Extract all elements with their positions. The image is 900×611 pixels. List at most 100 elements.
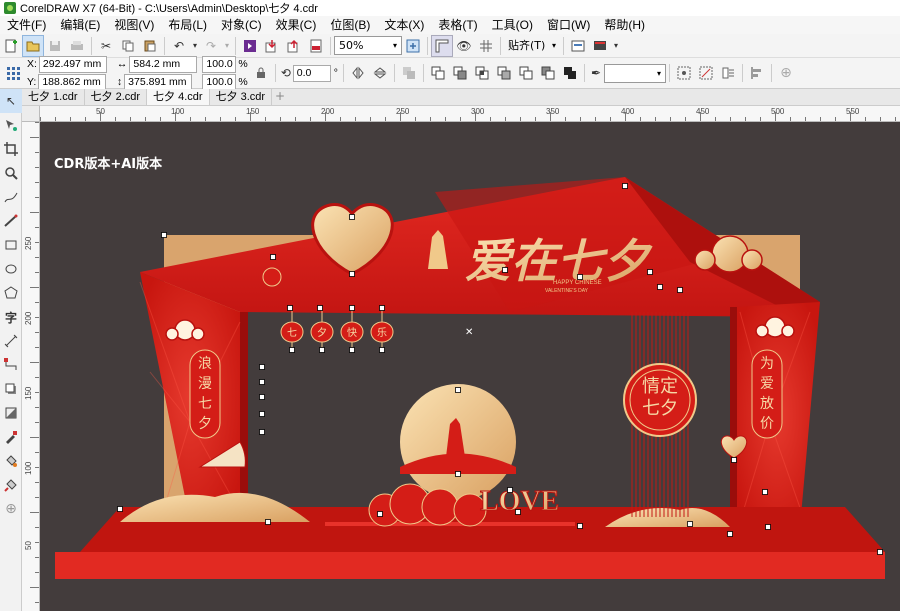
ruler-tick bbox=[35, 257, 39, 258]
horizontal-ruler[interactable]: 50 100 150 200 250 300 350 400 450 500 5… bbox=[40, 106, 900, 122]
undo-dropdown-icon[interactable]: ▾ bbox=[190, 35, 200, 57]
menu-view[interactable]: 视图(V) bbox=[107, 16, 161, 34]
ellipse-tool-icon[interactable] bbox=[0, 257, 22, 281]
paste-icon[interactable] bbox=[139, 35, 161, 57]
mirror-vertical-icon[interactable] bbox=[369, 62, 391, 84]
tab-qixi-3[interactable]: 七夕 3.cdr bbox=[209, 89, 273, 105]
mirror-horizontal-icon[interactable] bbox=[347, 62, 369, 84]
menu-text[interactable]: 文本(X) bbox=[377, 16, 431, 34]
rectangle-tool-icon[interactable] bbox=[0, 233, 22, 257]
object-origin-icon[interactable] bbox=[2, 62, 24, 84]
ruler-tick bbox=[35, 527, 39, 528]
menu-effects[interactable]: 效果(C) bbox=[269, 16, 324, 34]
y-position-field[interactable]: 188.862 mm bbox=[38, 73, 107, 91]
drawing-canvas[interactable]: CDR版本+AI版本 爱在七夕 HAPPY CHINESE VALENTINE'… bbox=[40, 122, 900, 611]
quick-trace-icon[interactable] bbox=[673, 62, 695, 84]
create-boundary-icon[interactable] bbox=[559, 62, 581, 84]
tab-qixi-4[interactable]: 七夕 4.cdr bbox=[147, 89, 210, 105]
launcher-dropdown-icon[interactable]: ▾ bbox=[611, 35, 621, 57]
ruler-origin-corner[interactable] bbox=[22, 106, 40, 122]
width-field[interactable]: 584.2 mm bbox=[129, 55, 198, 73]
snap-to-combo[interactable]: 贴齐(T) ▾ bbox=[504, 36, 560, 55]
simplify-icon[interactable] bbox=[493, 62, 515, 84]
tab-qixi-2[interactable]: 七夕 2.cdr bbox=[84, 89, 148, 105]
open-folder-icon[interactable] bbox=[22, 34, 44, 57]
crop-tool-icon[interactable] bbox=[0, 137, 22, 161]
menu-tools[interactable]: 工具(O) bbox=[485, 16, 540, 34]
weld-icon[interactable] bbox=[427, 62, 449, 84]
transparency-tool-icon[interactable] bbox=[0, 401, 22, 425]
search-content-icon[interactable] bbox=[239, 35, 261, 57]
full-screen-preview-icon[interactable] bbox=[402, 35, 424, 57]
cut-icon[interactable]: ✂ bbox=[95, 35, 117, 57]
menu-bitmaps[interactable]: 位图(B) bbox=[323, 16, 377, 34]
eyedropper-tool-icon[interactable] bbox=[0, 425, 22, 449]
new-document-icon[interactable] bbox=[0, 35, 22, 57]
menu-edit[interactable]: 编辑(E) bbox=[53, 16, 107, 34]
polygon-tool-icon[interactable] bbox=[0, 281, 22, 305]
chevron-down-icon: ▾ bbox=[551, 41, 556, 50]
menu-table[interactable]: 表格(T) bbox=[431, 16, 484, 34]
scale-y-field[interactable]: 100.0 bbox=[202, 73, 237, 91]
menu-layout[interactable]: 布局(L) bbox=[161, 16, 214, 34]
shape-tool-icon[interactable] bbox=[0, 113, 22, 137]
redo-dropdown-icon[interactable]: ▾ bbox=[222, 35, 232, 57]
zoom-level-combo[interactable]: 50% ▾ bbox=[334, 36, 402, 55]
menu-window[interactable]: 窗口(W) bbox=[540, 16, 597, 34]
height-field[interactable]: 375.891 mm bbox=[124, 73, 193, 91]
options-icon[interactable] bbox=[567, 35, 589, 57]
ruler-number: 250 bbox=[24, 236, 33, 250]
import-icon[interactable] bbox=[261, 35, 283, 57]
outline-width-combo[interactable]: ▾ bbox=[603, 63, 666, 83]
separator bbox=[563, 36, 564, 55]
menu-help[interactable]: 帮助(H) bbox=[597, 16, 652, 34]
text-tool-icon[interactable]: 字 bbox=[0, 305, 22, 329]
wrap-text-icon[interactable] bbox=[717, 62, 739, 84]
back-minus-front-icon[interactable] bbox=[537, 62, 559, 84]
artistic-media-tool-icon[interactable] bbox=[0, 209, 22, 233]
ruler-number: 250 bbox=[396, 107, 410, 116]
parallel-dimension-tool-icon[interactable] bbox=[0, 329, 22, 353]
freehand-tool-icon[interactable] bbox=[0, 185, 22, 209]
vertical-ruler[interactable]: 250 200 150 100 50 bbox=[22, 122, 40, 611]
drop-shadow-tool-icon[interactable] bbox=[0, 377, 22, 401]
menu-file[interactable]: 文件(F) bbox=[0, 16, 53, 34]
convert-to-curves-icon[interactable] bbox=[695, 62, 717, 84]
tab-qixi-1[interactable]: 七夕 1.cdr bbox=[22, 89, 85, 105]
view-mode-icon[interactable]: 👁 bbox=[453, 35, 475, 57]
ruler-tick bbox=[355, 117, 356, 121]
lock-ratio-icon[interactable] bbox=[250, 62, 272, 84]
redo-icon[interactable]: ↷ bbox=[200, 35, 222, 57]
undo-icon[interactable]: ↶ bbox=[168, 35, 190, 57]
zoom-tool-icon[interactable] bbox=[0, 161, 22, 185]
publish-pdf-icon[interactable] bbox=[305, 35, 327, 57]
application-launcher-icon[interactable] bbox=[589, 35, 611, 57]
add-icon[interactable]: ⊕ bbox=[775, 62, 797, 84]
interactive-fill-tool-icon[interactable] bbox=[0, 449, 22, 473]
grid-icon[interactable] bbox=[475, 35, 497, 57]
ruler-number: 150 bbox=[246, 107, 260, 116]
ruler-number: 500 bbox=[771, 107, 785, 116]
menu-object[interactable]: 对象(C) bbox=[214, 16, 269, 34]
front-minus-back-icon[interactable] bbox=[515, 62, 537, 84]
rotation-angle-field[interactable]: 0.0 bbox=[292, 64, 331, 82]
add-tool-icon[interactable]: ⊕ bbox=[0, 497, 22, 521]
ruler-tick bbox=[625, 112, 626, 121]
x-position-field[interactable]: 292.497 mm bbox=[38, 55, 107, 73]
connector-tool-icon[interactable] bbox=[0, 353, 22, 377]
save-icon[interactable] bbox=[44, 35, 66, 57]
show-rulers-icon[interactable] bbox=[431, 34, 453, 57]
align-distribute-icon[interactable] bbox=[746, 62, 768, 84]
print-icon[interactable] bbox=[66, 35, 88, 57]
smart-fill-tool-icon[interactable] bbox=[0, 473, 22, 497]
intersect-icon[interactable] bbox=[471, 62, 493, 84]
trim-icon[interactable] bbox=[449, 62, 471, 84]
export-icon[interactable] bbox=[283, 35, 305, 57]
ruler-tick bbox=[475, 112, 476, 121]
group-icon[interactable] bbox=[398, 62, 420, 84]
new-tab-plus-icon[interactable]: + bbox=[272, 89, 288, 105]
selection-handle bbox=[507, 487, 513, 493]
pick-tool-icon[interactable]: ↖ bbox=[0, 89, 22, 113]
copy-icon[interactable] bbox=[117, 35, 139, 57]
scale-x-field[interactable]: 100.0 bbox=[202, 55, 237, 73]
